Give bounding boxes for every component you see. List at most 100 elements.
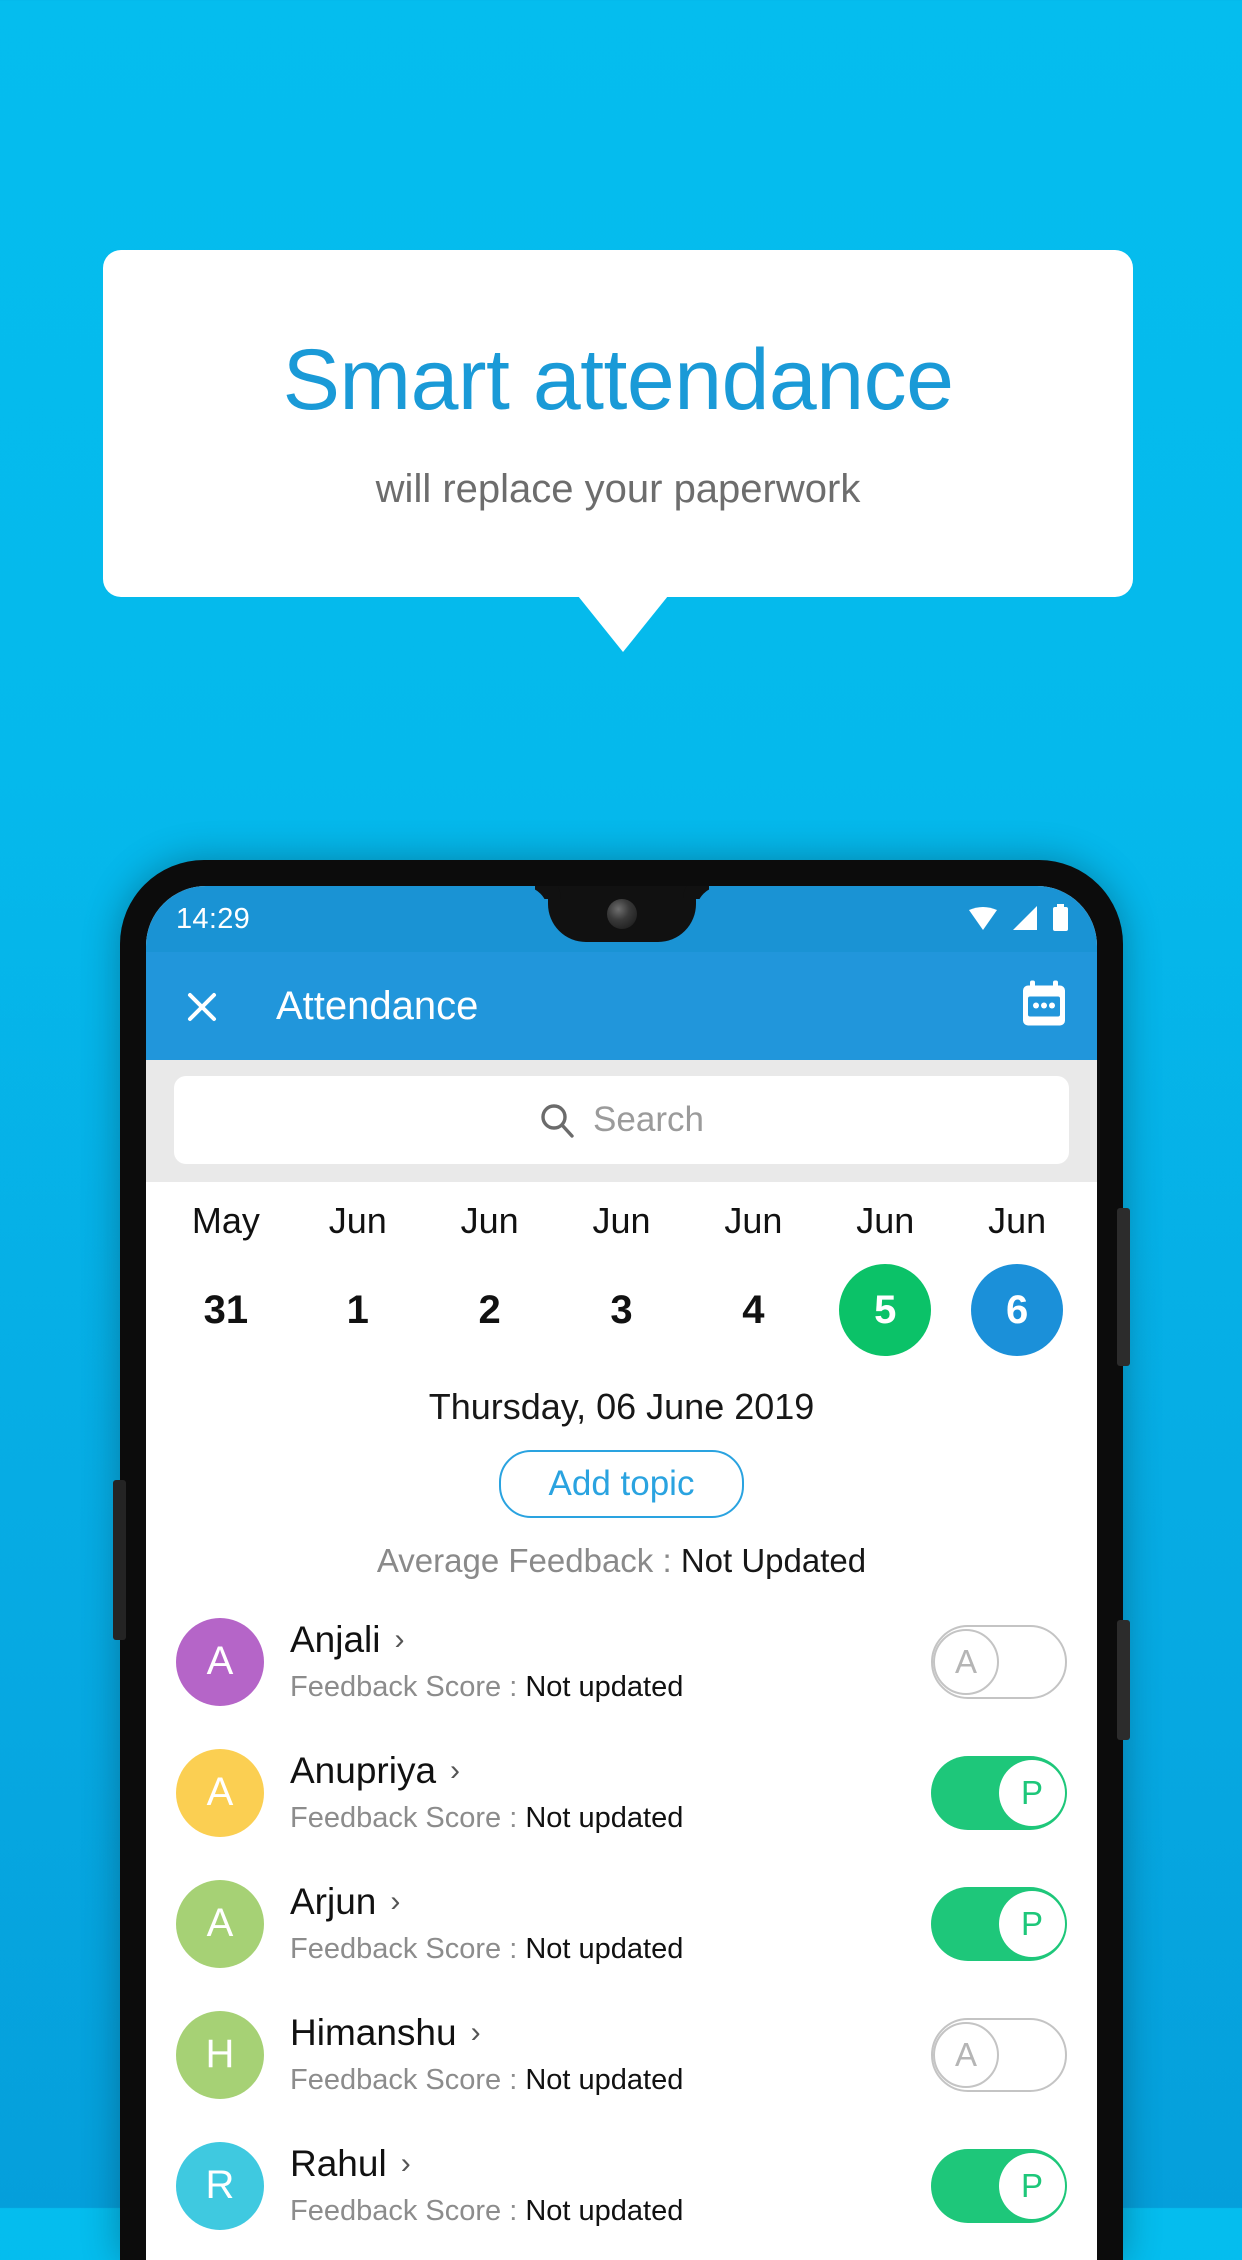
status-bar-clock: 14:29	[176, 903, 251, 935]
app-bar: Attendance	[146, 952, 1097, 1060]
attendance-toggle[interactable]: P	[931, 2148, 1067, 2223]
date-cell-jun-2[interactable]: Jun 2	[424, 1200, 556, 1356]
date-month-label: Jun	[724, 1200, 783, 1241]
student-name-line: Anupriya ›	[290, 1750, 931, 1792]
date-cell-jun-5[interactable]: Jun 5	[819, 1200, 951, 1356]
calendar-icon[interactable]	[1021, 980, 1067, 1033]
student-list: A Anjali › Feedback Score : Not updated A A An…	[146, 1596, 1097, 2251]
student-name-line: Anjali ›	[290, 1619, 931, 1661]
promo-card-tail	[578, 596, 668, 652]
student-name: Arjun	[290, 1881, 377, 1922]
student-row[interactable]: A Arjun › Feedback Score : Not updated P	[146, 1858, 1097, 1989]
phone-volume-button[interactable]	[1117, 1208, 1130, 1366]
chevron-right-icon[interactable]: ›	[450, 1756, 460, 1786]
signal-icon	[1013, 906, 1037, 930]
student-name: Anupriya	[290, 1750, 437, 1791]
student-name: Anjali	[290, 1619, 381, 1660]
attendance-toggle[interactable]: P	[931, 1755, 1067, 1830]
promo-card: Smart attendance will replace your paper…	[103, 250, 1133, 597]
feedback-score-label: Feedback Score :	[290, 2195, 526, 2227]
search-input[interactable]: Search	[174, 1076, 1069, 1164]
status-bar: 14:29	[146, 886, 1097, 952]
feedback-score-line: Feedback Score : Not updated	[290, 2195, 931, 2228]
student-name: Himanshu	[290, 2012, 457, 2053]
date-day-number: 31	[203, 1288, 249, 1332]
attendance-toggle-knob: P	[999, 1759, 1065, 1826]
feedback-score-label: Feedback Score :	[290, 1671, 526, 1703]
date-cell-jun-3[interactable]: Jun 3	[556, 1200, 688, 1356]
attendance-toggle-knob: P	[999, 1890, 1065, 1957]
chevron-right-icon[interactable]: ›	[395, 1625, 405, 1655]
add-topic-row: Add topic	[146, 1450, 1097, 1518]
close-icon[interactable]	[178, 982, 226, 1030]
feedback-score-line: Feedback Score : Not updated	[290, 1933, 931, 1966]
date-cell-jun-4[interactable]: Jun 4	[687, 1200, 819, 1356]
student-row[interactable]: A Anjali › Feedback Score : Not updated A	[146, 1596, 1097, 1727]
attendance-toggle-knob: P	[999, 2152, 1065, 2219]
phone-device-frame: 14:29 Attendance Search May 31 Jun 1 Jun…	[113, 860, 1130, 2260]
feedback-score-label: Feedback Score :	[290, 2064, 526, 2096]
feedback-score-value: Not updated	[525, 2064, 684, 2096]
feedback-score-value: Not updated	[525, 1933, 684, 1965]
search-placeholder: Search	[593, 1100, 704, 1139]
chevron-right-icon[interactable]: ›	[390, 1887, 400, 1917]
feedback-score-value: Not updated	[525, 2195, 684, 2227]
phone-left-button[interactable]	[113, 1480, 126, 1640]
attendance-toggle[interactable]: P	[931, 1886, 1067, 1961]
phone-power-button[interactable]	[1117, 1620, 1130, 1740]
date-day-number: 3	[610, 1288, 633, 1332]
phone-screen: 14:29 Attendance Search May 31 Jun 1 Jun…	[146, 886, 1097, 2260]
page-title: Attendance	[276, 983, 479, 1028]
date-day-number: 1	[346, 1288, 369, 1332]
avatar: A	[176, 1617, 264, 1706]
chevron-right-icon[interactable]: ›	[471, 2018, 481, 2048]
phone-notch	[547, 886, 696, 942]
attendance-toggle-knob: A	[933, 2021, 999, 2088]
student-name-line: Himanshu ›	[290, 2012, 931, 2054]
student-row[interactable]: H Himanshu › Feedback Score : Not updated A	[146, 1989, 1097, 2120]
attendance-toggle[interactable]: A	[931, 2017, 1067, 2092]
promo-title: Smart attendance	[282, 331, 954, 428]
feedback-score-label: Feedback Score :	[290, 1802, 526, 1834]
attendance-toggle-knob: A	[933, 1628, 999, 1695]
student-row[interactable]: A Anupriya › Feedback Score : Not updated P	[146, 1727, 1097, 1858]
feedback-score-line: Feedback Score : Not updated	[290, 2064, 931, 2097]
date-month-label: Jun	[592, 1200, 651, 1241]
average-feedback-label: Average Feedback :	[376, 1542, 681, 1579]
feedback-score-line: Feedback Score : Not updated	[290, 1671, 931, 1704]
date-strip: May 31 Jun 1 Jun 2 Jun 3 Jun 4 Jun 5 Jun 6	[146, 1182, 1097, 1366]
avatar: A	[176, 1748, 264, 1837]
front-camera-lens	[606, 899, 637, 929]
student-info: Arjun › Feedback Score : Not updated	[290, 1881, 931, 1966]
status-bar-icons	[968, 904, 1069, 932]
feedback-score-value: Not updated	[525, 1671, 684, 1703]
student-info: Himanshu › Feedback Score : Not updated	[290, 2012, 931, 2097]
date-day-number: 5	[839, 1264, 932, 1356]
date-day-number: 4	[742, 1288, 765, 1332]
attendance-toggle[interactable]: A	[931, 1624, 1067, 1699]
date-cell-may-31[interactable]: May 31	[160, 1200, 292, 1356]
date-month-label: May	[191, 1200, 260, 1241]
avatar: H	[176, 2010, 264, 2099]
chevron-right-icon[interactable]: ›	[401, 2149, 411, 2179]
date-day-number: 6	[971, 1264, 1064, 1356]
student-name-line: Rahul ›	[290, 2143, 931, 2185]
date-month-label: Jun	[988, 1200, 1047, 1241]
student-row[interactable]: R Rahul › Feedback Score : Not updated P	[146, 2120, 1097, 2251]
date-cell-jun-6[interactable]: Jun 6	[951, 1200, 1083, 1356]
feedback-score-value: Not updated	[525, 1802, 684, 1834]
student-info: Anjali › Feedback Score : Not updated	[290, 1619, 931, 1704]
date-cell-jun-1[interactable]: Jun 1	[292, 1200, 424, 1356]
add-topic-button[interactable]: Add topic	[498, 1450, 745, 1518]
avatar: A	[176, 1879, 264, 1968]
student-info: Anupriya › Feedback Score : Not updated	[290, 1750, 931, 1835]
date-day-number: 2	[478, 1288, 501, 1332]
student-info: Rahul › Feedback Score : Not updated	[290, 2143, 931, 2228]
average-feedback-value: Not Updated	[680, 1542, 867, 1579]
date-month-label: Jun	[856, 1200, 915, 1241]
search-icon	[541, 1104, 574, 1138]
feedback-score-line: Feedback Score : Not updated	[290, 1802, 931, 1835]
promo-subtitle: will replace your paperwork	[375, 467, 861, 512]
student-name-line: Arjun ›	[290, 1881, 931, 1923]
search-section: Search	[146, 1060, 1097, 1182]
